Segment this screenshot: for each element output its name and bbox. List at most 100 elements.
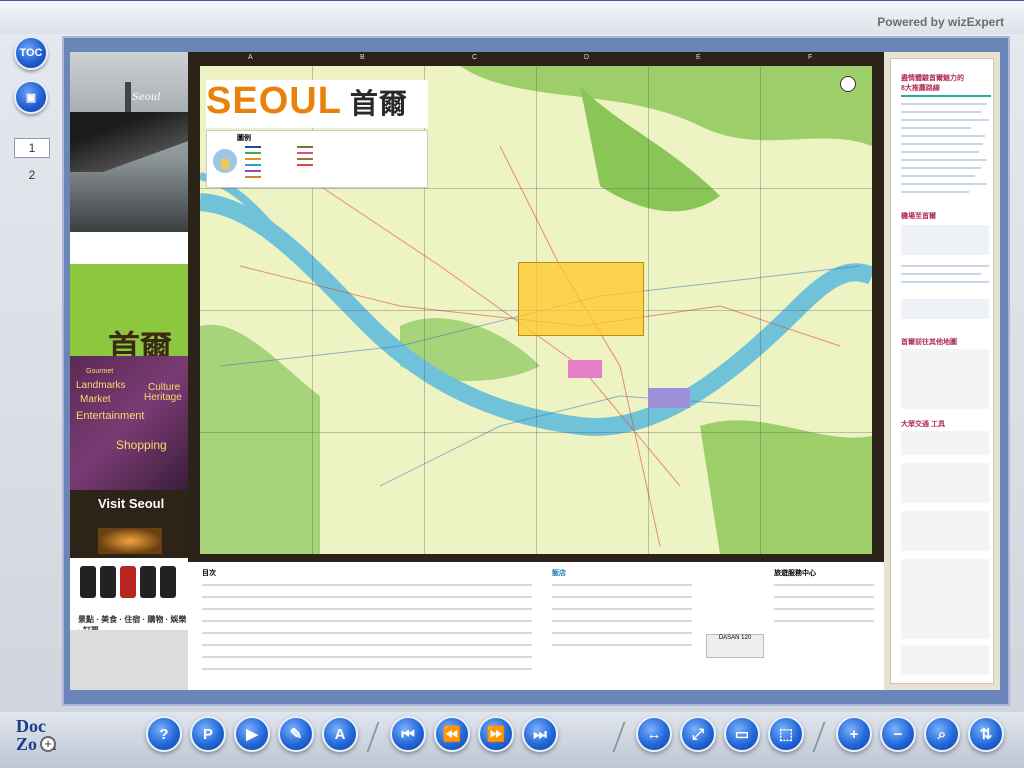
rotate-button[interactable]: ⇅ <box>968 716 1004 752</box>
column-label: A <box>248 54 253 61</box>
zoom-out-button[interactable]: − <box>880 716 916 752</box>
map-legend: 圖例 <box>206 130 428 188</box>
transport-title: 大眾交通 工具 <box>901 421 945 428</box>
text-line <box>901 103 987 105</box>
text-line <box>901 151 979 153</box>
map-index: 目次 飯店 旅遊服務中心 DASAN 120 <box>188 562 884 690</box>
grid-line <box>200 432 872 433</box>
cover-green-block: 首爾 <box>70 264 188 366</box>
text-line <box>901 143 983 145</box>
phone-image <box>80 566 96 598</box>
cover-photo: Seoul <box>70 52 188 232</box>
text-line <box>901 159 987 161</box>
info-page: 盡情體驗首爾魅力的 8大推薦路線 機場至首爾 首爾前往其他地圖 大眾交通 工具 <box>890 58 994 684</box>
document-spread[interactable]: Seoul 首爾 Landmarks Market Entertainment … <box>70 52 1000 690</box>
cover-footer <box>70 630 188 690</box>
text-line <box>901 175 975 177</box>
fullscreen-button[interactable]: ⤢ <box>680 716 716 752</box>
rotate-icon: ⇅ <box>979 726 993 743</box>
catalog-title: 目次 <box>202 570 216 577</box>
map-page: A B C D E F SEOUL 首爾 圖例 目次 飯店 旅遊服務中心 DAS… <box>188 52 884 690</box>
phone-image <box>160 566 176 598</box>
category-heritage: Heritage <box>144 392 182 403</box>
play-button[interactable]: ▶ <box>234 716 270 752</box>
index-row <box>552 632 692 634</box>
index-row <box>774 584 874 586</box>
first-page-icon: ⏮ <box>401 725 415 743</box>
routes-title-2: 8大推薦路線 <box>901 85 940 92</box>
index-row <box>202 608 532 610</box>
airport-route-chart <box>901 299 989 319</box>
text-line <box>901 281 989 283</box>
service-table <box>901 559 989 639</box>
city-center-highlight <box>518 262 644 336</box>
toc-button[interactable]: TOC <box>14 36 48 70</box>
category-shopping: Shopping <box>116 438 167 452</box>
map-title-cn: 首爾 <box>349 88 408 119</box>
text-line <box>901 119 989 121</box>
zoom-in-icon: + <box>849 725 859 743</box>
zoom-in-button[interactable]: + <box>836 716 872 752</box>
index-row <box>202 632 532 634</box>
cover-phones-block: 景點 · 美食 · 住宿 · 購物 · 娛樂 · 訂票 <box>70 558 188 635</box>
column-label: B <box>360 54 365 61</box>
index-row <box>202 596 532 598</box>
index-row <box>552 644 692 646</box>
fit-width-icon: ↔ <box>646 725 662 743</box>
info-panel: 盡情體驗首爾魅力的 8大推薦路線 機場至首爾 首爾前往其他地圖 大眾交通 工具 <box>884 52 1000 690</box>
single-page-button[interactable]: ⬚ <box>768 716 804 752</box>
index-row <box>202 620 532 622</box>
help-button[interactable]: ? <box>146 716 182 752</box>
text-button[interactable]: A <box>322 716 358 752</box>
airport-section-title: 機場至首爾 <box>901 213 936 220</box>
index-row <box>202 656 532 658</box>
doczoom-logo: Doc Zo m + <box>14 716 78 756</box>
last-page-icon: ⏭ <box>533 725 547 743</box>
text-line <box>901 135 985 137</box>
text-line <box>901 127 971 129</box>
book-icon: ▭ <box>734 726 750 743</box>
index-row <box>552 620 692 622</box>
page-link-2[interactable]: 2 <box>14 166 50 186</box>
top-bar: Powered by wizExpert <box>0 0 1024 34</box>
cover-panel: Seoul 首爾 Landmarks Market Entertainment … <box>70 52 188 690</box>
transport-table <box>901 431 989 455</box>
compass-icon <box>840 76 856 92</box>
annotate-button[interactable]: ✎ <box>278 716 314 752</box>
fit-width-button[interactable]: ↔ <box>636 716 672 752</box>
prev-page-button[interactable]: ⏪ <box>434 716 470 752</box>
first-page-button[interactable]: ⏮ <box>390 716 426 752</box>
bus-table <box>901 463 989 503</box>
divider <box>901 95 991 97</box>
thumbnail-button[interactable]: ▣ <box>14 80 48 114</box>
next-page-button[interactable]: ⏩ <box>478 716 514 752</box>
temple-image <box>98 528 162 554</box>
visit-seoul-title: Visit Seoul <box>98 496 165 511</box>
powered-by-label: Powered by wizExpert <box>877 15 1004 29</box>
last-page-button[interactable]: ⏭ <box>522 716 558 752</box>
index-row <box>202 644 532 646</box>
taxi-table <box>901 511 989 551</box>
map-border: A B C D E F SEOUL 首爾 圖例 <box>188 52 884 562</box>
seoul-map[interactable]: SEOUL 首爾 圖例 <box>200 66 872 554</box>
text-line <box>901 183 987 185</box>
dasan-callcenter-box: DASAN 120 <box>706 634 764 658</box>
phone-image <box>100 566 116 598</box>
pen-icon: ✎ <box>289 726 303 743</box>
page-link-1[interactable]: 1 <box>14 138 50 158</box>
zoom-fit-button[interactable]: ⌕ <box>924 716 960 752</box>
cover-info-strip <box>70 232 188 262</box>
other-maps-table <box>901 349 989 409</box>
index-row <box>774 596 874 598</box>
text-line <box>901 265 989 267</box>
category-entertainment: Entertainment <box>76 410 145 422</box>
hotels-title: 飯店 <box>552 570 566 577</box>
save-pdf-button[interactable]: P <box>190 716 226 752</box>
next-page-icon: ⏩ <box>486 726 506 743</box>
phone-image <box>120 566 136 598</box>
fullscreen-icon: ⤢ <box>691 725 704 743</box>
index-row <box>774 620 874 622</box>
toc-label: TOC <box>19 47 43 59</box>
book-view-button[interactable]: ▭ <box>724 716 760 752</box>
prev-page-icon: ⏪ <box>442 726 462 743</box>
